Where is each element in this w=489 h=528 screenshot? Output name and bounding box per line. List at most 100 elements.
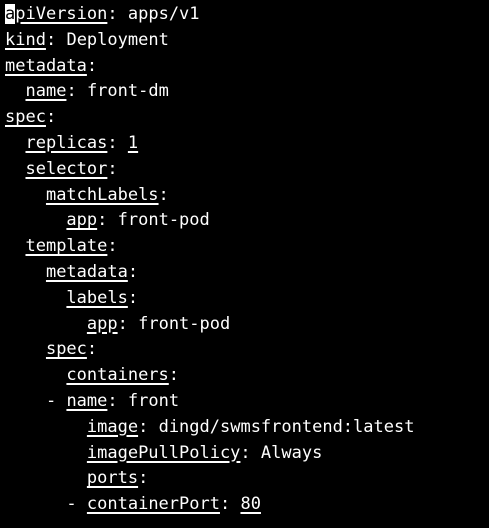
yaml-colon: : [97,210,108,231]
yaml-key: name [25,81,67,102]
yaml-colon: : [66,81,77,102]
yaml-line[interactable]: apiVersion: apps/v1 [0,2,489,28]
yaml-colon: : [107,236,118,257]
yaml-key: imagePullPolicy [86,442,241,463]
yaml-key: matchLabels [45,184,159,205]
yaml-line[interactable]: - containerPort: 80 [0,492,489,518]
yaml-key: spec [5,107,46,128]
value-separator [148,417,158,437]
yaml-key-text: piVersion [15,4,108,24]
yaml-colon: : [168,365,180,386]
yaml-colon: : [219,494,231,515]
yaml-key: name [66,390,108,411]
yaml-key: labels [66,287,128,308]
yaml-value: apps/v1 [127,4,200,24]
value-separator [118,4,128,24]
yaml-colon: : [158,184,169,205]
list-dash: - [66,494,87,515]
yaml-key: selector [25,158,108,179]
yaml-colon: : [45,29,57,50]
yaml-value: Always [260,442,323,463]
yaml-colon: : [117,313,128,334]
yaml-value: dingd/swmsfrontend:latest [158,416,415,437]
yaml-value: front-pod [138,313,231,334]
list-dash: - [45,390,67,411]
value-separator [128,314,138,334]
yaml-colon: : [107,158,118,179]
yaml-key: app [66,210,98,231]
yaml-line[interactable]: spec: [0,105,489,131]
yaml-colon: : [127,287,139,308]
yaml-key: metadata [45,261,128,282]
value-separator [118,133,128,153]
yaml-line[interactable]: metadata: [0,54,489,80]
yaml-key: containers [66,365,169,386]
yaml-value: 1 [127,132,139,153]
yaml-line[interactable]: kind: Deployment [0,28,489,54]
yaml-line[interactable]: app: front-pod [0,312,489,338]
yaml-value: 80 [240,494,261,515]
yaml-colon: : [138,416,149,437]
value-separator [107,210,117,230]
yaml-colon: : [127,261,139,282]
yaml-value: front-dm [86,81,169,102]
yaml-key: template [25,236,108,257]
yaml-line[interactable]: imagePullPolicy: Always [0,441,489,467]
yaml-colon: : [138,468,149,489]
yaml-line[interactable]: template: [0,234,489,260]
yaml-colon: : [107,390,118,411]
yaml-colon: : [86,339,98,360]
yaml-key: ports [86,468,139,489]
yaml-value: front-pod [117,210,210,231]
yaml-line[interactable]: containers: [0,363,489,389]
yaml-key: image [86,416,139,437]
yaml-colon: : [107,4,118,24]
text-cursor: a [5,4,16,24]
yaml-line[interactable]: name: front-dm [0,79,489,105]
yaml-line[interactable]: metadata: [0,260,489,286]
yaml-line[interactable]: image: dingd/swmsfrontend:latest [0,415,489,441]
yaml-colon: : [86,55,98,76]
yaml-key: apiVersion [5,4,107,24]
value-separator [230,494,240,514]
value-separator [77,81,87,101]
terminal-editor[interactable]: apiVersion: apps/v1 kind: Deployment metad… [0,0,489,528]
yaml-key: kind [5,29,46,50]
yaml-line[interactable]: replicas: 1 [0,131,489,157]
yaml-line[interactable]: matchLabels: [0,183,489,209]
yaml-line[interactable]: app: front-pod [0,208,489,234]
yaml-line[interactable]: spec: [0,337,489,363]
yaml-line[interactable]: selector: [0,157,489,183]
yaml-line[interactable]: labels: [0,286,489,312]
yaml-key: spec [45,339,87,360]
value-separator [56,30,66,50]
yaml-colon: : [240,442,251,463]
yaml-value: front [127,390,180,411]
yaml-colon: : [45,107,57,128]
yaml-line[interactable]: ports: [0,466,489,492]
yaml-key: app [86,313,118,334]
value-separator [118,391,128,411]
yaml-value: Deployment [66,29,169,50]
yaml-key: replicas [25,132,108,153]
yaml-key: metadata [5,55,87,76]
value-separator [251,443,261,463]
yaml-colon: : [107,132,118,153]
yaml-line[interactable]: - name: front [0,389,489,415]
